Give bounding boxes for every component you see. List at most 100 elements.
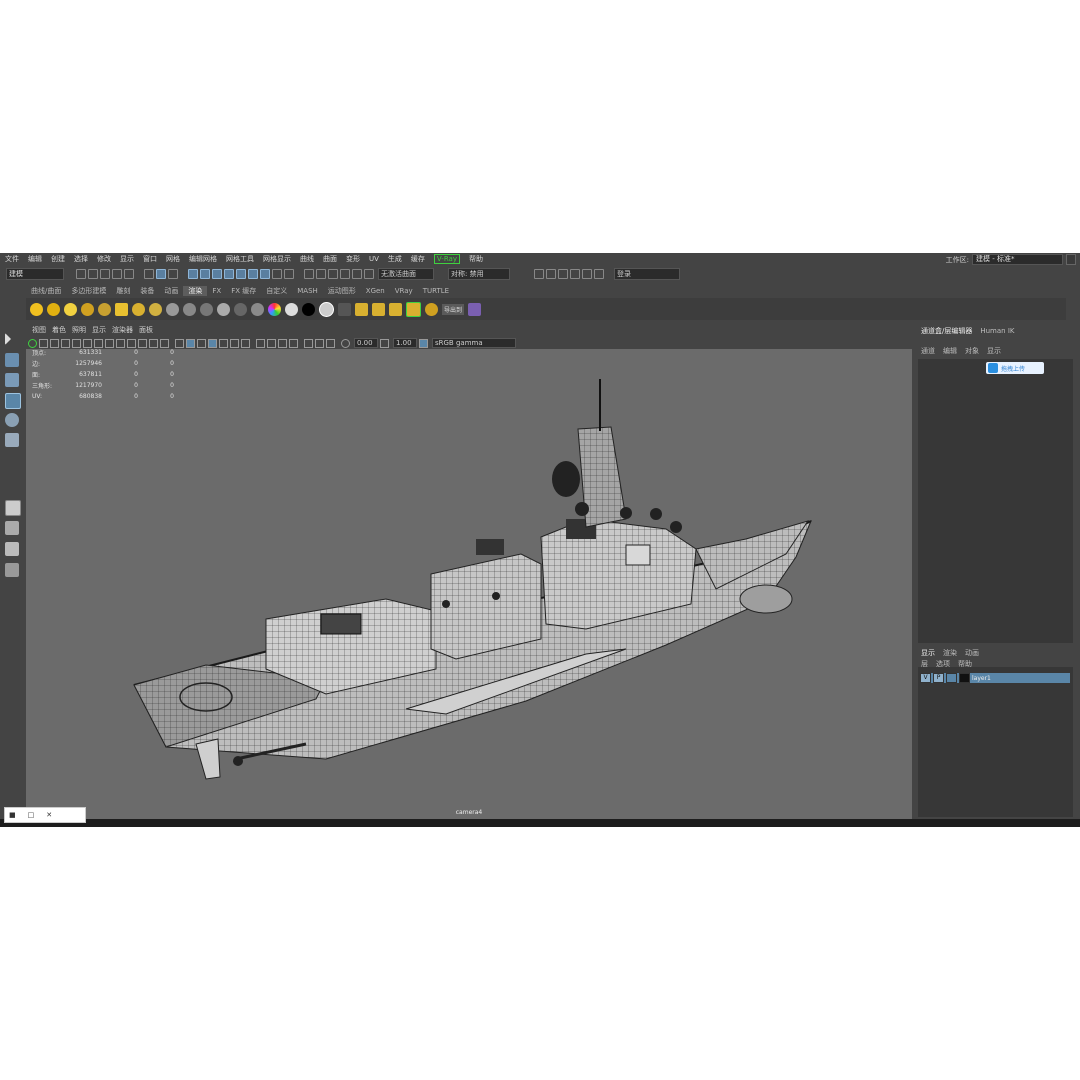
blinn-icon[interactable]: [166, 302, 179, 316]
menu-modify[interactable]: 修改: [97, 254, 111, 264]
spot-light-icon[interactable]: [81, 302, 94, 316]
isolate-select-icon[interactable]: [304, 338, 313, 348]
snap-surface-icon[interactable]: [236, 269, 246, 279]
camera-attr-icon[interactable]: [39, 338, 48, 348]
xray-icon[interactable]: [315, 338, 324, 348]
menu-set-dropdown[interactable]: 建模: [6, 268, 64, 280]
panel-menu-lighting[interactable]: 照明: [72, 325, 86, 335]
ramp-shader-icon[interactable]: [268, 302, 281, 316]
symmetry-dropdown[interactable]: 对称: 禁用: [448, 268, 510, 280]
shelf-tab-mash[interactable]: MASH: [292, 286, 323, 296]
layer-row[interactable]: V P layer1: [920, 673, 1070, 683]
panel-menu-show[interactable]: 显示: [92, 325, 106, 335]
grid-icon[interactable]: [94, 338, 103, 348]
camera-icon[interactable]: [132, 302, 145, 316]
move-tool-icon[interactable]: [5, 393, 21, 409]
shelf-tab-rigging[interactable]: 装备: [135, 286, 159, 296]
textured-icon[interactable]: [219, 338, 228, 348]
show-modeling-toolkit-icon[interactable]: [534, 269, 544, 279]
drag-upload-button[interactable]: 拖拽上传: [986, 362, 1044, 374]
rotate-tool-icon[interactable]: [5, 413, 19, 427]
camera-select-icon[interactable]: [28, 338, 37, 348]
resolution-gate-icon[interactable]: [116, 338, 125, 348]
make-live-icon[interactable]: [260, 269, 270, 279]
snap-grid-icon[interactable]: [200, 269, 210, 279]
history-icon[interactable]: [284, 269, 294, 279]
menu-file[interactable]: 文件: [5, 254, 19, 264]
grey-material-icon[interactable]: [319, 301, 334, 317]
black-material-icon[interactable]: [302, 302, 315, 316]
gamma-icon[interactable]: [380, 338, 389, 348]
ambient-light-icon[interactable]: [30, 302, 43, 316]
view-transform-dropdown[interactable]: sRGB gamma: [432, 338, 516, 348]
snap-curve-icon[interactable]: [212, 269, 222, 279]
lasso-tool-icon[interactable]: [5, 353, 19, 367]
layer-type-toggle[interactable]: [946, 673, 957, 683]
menu-help[interactable]: 帮助: [469, 254, 483, 264]
ship-wireframe-model[interactable]: [26, 349, 912, 821]
exposure-icon[interactable]: [341, 338, 350, 348]
pause-icon[interactable]: [594, 269, 604, 279]
menu-windows[interactable]: 窗口: [143, 254, 157, 264]
close-icon[interactable]: ✕: [46, 811, 52, 819]
area-light-icon[interactable]: [98, 302, 111, 316]
shelf-tab-poly[interactable]: 多边形建模: [66, 286, 111, 296]
shelf-tab-animation[interactable]: 动画: [159, 286, 183, 296]
channel-box-icon[interactable]: [570, 269, 580, 279]
four-view-icon[interactable]: [5, 521, 19, 535]
tab-channel-box[interactable]: 通道盒/层编辑器: [917, 326, 976, 336]
login-dropdown[interactable]: 登录: [614, 268, 680, 280]
layered-shader-icon[interactable]: [251, 302, 264, 316]
menu-vray[interactable]: V-Ray: [433, 254, 460, 264]
antialiasing-icon[interactable]: [278, 338, 287, 348]
tab-display-layers[interactable]: 显示: [917, 648, 939, 658]
exposure-field[interactable]: 0.00: [354, 338, 378, 348]
depth-of-field-icon[interactable]: [289, 338, 298, 348]
menu-curves[interactable]: 曲线: [300, 254, 314, 264]
layer-visibility-toggle[interactable]: V: [920, 673, 931, 683]
layer-playback-toggle[interactable]: P: [933, 673, 944, 683]
cb-menu-object[interactable]: 对象: [961, 346, 983, 356]
tab-anim-layers[interactable]: 动画: [961, 648, 983, 658]
render-layer-icon[interactable]: [338, 302, 351, 316]
select-tool-icon[interactable]: [5, 333, 11, 345]
layer-name[interactable]: layer1: [972, 675, 991, 682]
light-editor-icon[interactable]: [364, 269, 374, 279]
shadows-icon[interactable]: [241, 338, 250, 348]
shadow-link-icon[interactable]: [389, 302, 402, 316]
light-unlink-icon[interactable]: [372, 302, 385, 316]
single-perspective-icon[interactable]: [5, 500, 21, 516]
grease-pencil-icon[interactable]: [83, 338, 92, 348]
scale-tool-icon[interactable]: [5, 433, 19, 447]
render-view-icon[interactable]: [149, 302, 162, 316]
safe-title-icon[interactable]: [160, 338, 169, 348]
undo-icon[interactable]: [112, 269, 122, 279]
tab-human-ik[interactable]: Human IK: [976, 327, 1018, 335]
menu-deform[interactable]: 变形: [346, 254, 360, 264]
menu-select[interactable]: 选择: [74, 254, 88, 264]
menu-generate[interactable]: 生成: [388, 254, 402, 264]
menu-mesh-display[interactable]: 网格显示: [263, 254, 291, 264]
smooth-shade-icon[interactable]: [186, 338, 195, 348]
gamma-field[interactable]: 1.00: [393, 338, 417, 348]
play-icon[interactable]: [582, 269, 592, 279]
select-hierarchy-icon[interactable]: [144, 269, 154, 279]
lock-selection-icon[interactable]: [272, 269, 282, 279]
menu-edit-mesh[interactable]: 编辑网格: [189, 254, 217, 264]
menu-create[interactable]: 创建: [51, 254, 65, 264]
anisotropic-icon[interactable]: [234, 302, 247, 316]
shelf-tab-vray[interactable]: VRay: [390, 286, 418, 296]
cb-menu-edit[interactable]: 编辑: [939, 346, 961, 356]
motion-blur-icon[interactable]: [267, 338, 276, 348]
lock-icon[interactable]: [1066, 254, 1076, 265]
gate-mask-icon[interactable]: [127, 338, 136, 348]
film-gate-icon[interactable]: [105, 338, 114, 348]
menu-uv[interactable]: UV: [369, 255, 379, 263]
snap-point-icon[interactable]: [224, 269, 234, 279]
render-setup-icon[interactable]: [352, 269, 362, 279]
white-material-icon[interactable]: [285, 302, 298, 316]
shelf-tab-sculpt[interactable]: 雕刻: [111, 286, 135, 296]
render-sequence-icon[interactable]: [468, 302, 482, 316]
light-link-icon[interactable]: [355, 302, 368, 316]
2d-pan-icon[interactable]: [72, 338, 81, 348]
